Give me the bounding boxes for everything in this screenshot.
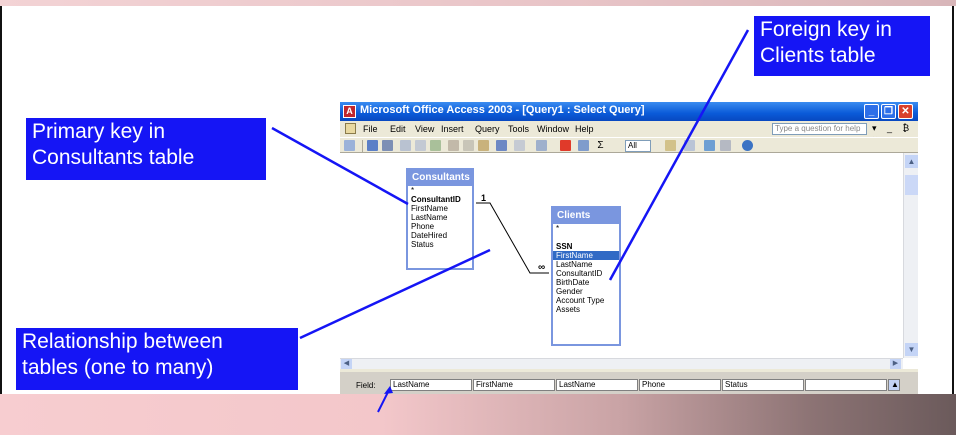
pointer-primary-key <box>271 126 409 206</box>
pointer-relationship <box>299 248 491 340</box>
pointer-grid-arrowhead <box>384 386 393 394</box>
callout-pointer-lines <box>271 29 750 413</box>
pointer-foreign-key <box>608 29 750 281</box>
